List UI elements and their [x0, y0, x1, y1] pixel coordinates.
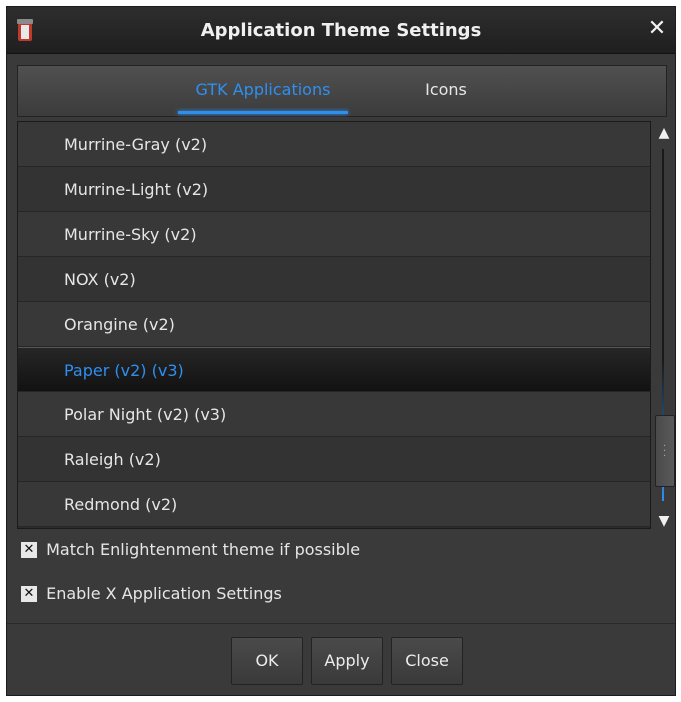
list-item-label: Murrine-Sky (v2) — [64, 225, 197, 244]
tab-label: Icons — [425, 80, 467, 99]
list-item[interactable]: Murrine-Sky (v2) — [18, 212, 650, 257]
list-scrollbar[interactable]: ▲ · · · ▼ — [652, 121, 675, 531]
list-item-label: Redmond (v2) — [64, 495, 178, 514]
list-item[interactable]: NOX (v2) — [18, 257, 650, 302]
tab-label: GTK Applications — [195, 80, 331, 99]
apply-button[interactable]: Apply — [311, 637, 383, 685]
scroll-thumb[interactable]: · · · — [655, 415, 675, 487]
list-item-label: NOX (v2) — [64, 270, 136, 289]
list-item[interactable]: Murrine-Gray (v2) — [18, 122, 650, 167]
theme-settings-window: Application Theme Settings ✕ GTK Applica… — [6, 6, 676, 696]
enable-x-settings-option[interactable]: ✕ Enable X Application Settings — [21, 583, 282, 607]
close-icon[interactable]: ✕ — [645, 17, 669, 41]
divider — [7, 623, 675, 624]
enable-x-settings-checkbox[interactable]: ✕ — [21, 585, 37, 602]
match-theme-option[interactable]: ✕ Match Enlightenment theme if possible — [21, 539, 360, 563]
chevron-down-icon[interactable]: ▼ — [654, 511, 674, 531]
match-theme-checkbox[interactable]: ✕ — [21, 541, 37, 558]
close-button[interactable]: Close — [391, 637, 463, 685]
match-theme-label: Match Enlightenment theme if possible — [46, 540, 361, 559]
enable-x-settings-label: Enable X Application Settings — [46, 584, 282, 603]
list-item-label: Orangine (v2) — [64, 315, 175, 334]
list-item-label: Murrine-Gray (v2) — [64, 135, 208, 154]
list-item[interactable]: Murrine-Light (v2) — [18, 167, 650, 212]
list-item[interactable]: Orangine (v2) — [18, 302, 650, 347]
list-item[interactable]: Polar Night (v2) (v3) — [18, 392, 650, 437]
theme-list[interactable]: Murrine-Gray (v2) Murrine-Light (v2) Mur… — [17, 121, 651, 529]
list-item-label: Paper (v2) (v3) — [64, 361, 184, 380]
list-item-label: Murrine-Light (v2) — [64, 180, 209, 199]
chevron-up-icon[interactable]: ▲ — [654, 123, 674, 143]
ok-button[interactable]: OK — [231, 637, 303, 685]
active-tab-indicator — [178, 111, 348, 114]
divider — [7, 695, 675, 696]
list-item-selected[interactable]: Paper (v2) (v3) — [18, 347, 650, 392]
list-item-label: Polar Night (v2) (v3) — [64, 405, 227, 424]
list-item[interactable]: Raleigh (v2) — [18, 437, 650, 482]
grip-icon: · · · — [663, 441, 667, 462]
tab-icons[interactable]: Icons — [396, 80, 496, 108]
tab-bar: GTK Applications Icons — [17, 65, 667, 117]
window-title: Application Theme Settings — [200, 20, 482, 41]
list-item-label: Raleigh (v2) — [64, 450, 161, 469]
titlebar[interactable]: Application Theme Settings ✕ — [7, 7, 675, 54]
list-item[interactable]: Redmond (v2) — [18, 482, 650, 527]
tab-gtk-applications[interactable]: GTK Applications — [178, 80, 348, 114]
